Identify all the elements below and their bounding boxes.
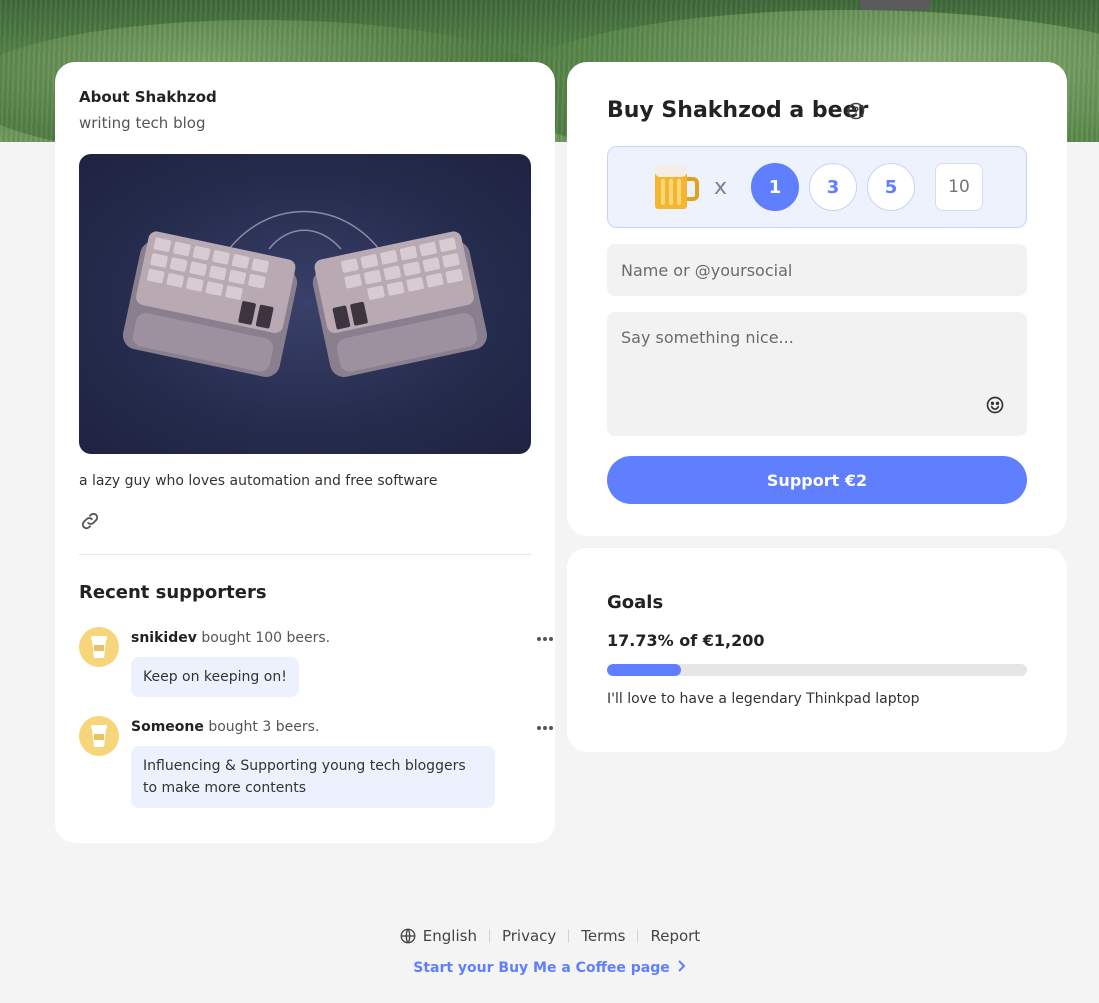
goal-progress-fill (607, 664, 682, 676)
goal-progress-text: 17.73% of €1,200 (607, 631, 765, 650)
divider (79, 554, 531, 555)
footer-separator (637, 929, 639, 943)
privacy-link[interactable]: Privacy (502, 927, 556, 945)
about-title: About Shakhzod (79, 88, 217, 106)
buy-title: Buy Shakhzod a beer (607, 98, 869, 123)
name-input[interactable] (607, 244, 1027, 296)
support-button[interactable]: Support €2 (607, 456, 1027, 504)
times-sign: x (714, 175, 728, 200)
link-icon[interactable] (79, 510, 101, 532)
supporter-name[interactable]: snikidev (131, 630, 197, 646)
language-label: English (422, 927, 477, 945)
supporter-message: Influencing & Supporting young tech blog… (131, 746, 495, 808)
supporter-avatar (79, 716, 119, 756)
creator-bio: a lazy guy who loves automation and free… (79, 473, 438, 489)
beer-icon (651, 161, 699, 211)
quantity-selector: x 1 3 5 (607, 146, 1027, 228)
goal-progress-bar (607, 664, 1027, 676)
quantity-option-1[interactable]: 1 (751, 163, 799, 211)
supporter-message: Keep on keeping on! (131, 657, 299, 697)
start-page-link[interactable]: Start your Buy Me a Coffee page (0, 960, 1099, 976)
footer: English Privacy Terms Report (0, 922, 1099, 950)
supporter-action: bought 100 beers. (201, 630, 331, 646)
supporter-name[interactable]: Someone (131, 719, 204, 735)
hero-image-keyboard (79, 154, 531, 454)
goals-title: Goals (607, 592, 664, 613)
help-icon[interactable] (847, 102, 865, 120)
report-link[interactable]: Report (650, 927, 700, 945)
message-input[interactable] (607, 312, 1027, 436)
start-page-label: Start your Buy Me a Coffee page (413, 960, 670, 976)
footer-separator (488, 929, 490, 943)
quantity-option-5[interactable]: 5 (867, 163, 915, 211)
goals-card: Goals 17.73% of €1,200 I'll love to have… (567, 548, 1067, 752)
globe-icon (400, 928, 416, 944)
about-subtitle: writing tech blog (79, 114, 206, 132)
chevron-right-icon (676, 960, 686, 976)
quantity-option-3[interactable]: 3 (809, 163, 857, 211)
goal-description: I'll love to have a legendary Thinkpad l… (607, 691, 920, 707)
about-card: About Shakhzod writing tech blog a lazy … (55, 62, 555, 843)
recent-supporters-title: Recent supporters (79, 582, 267, 603)
footer-separator (568, 929, 570, 943)
custom-quantity-input[interactable] (935, 163, 983, 211)
more-options-icon[interactable] (535, 720, 555, 736)
language-selector[interactable]: English (399, 927, 477, 945)
emoji-icon[interactable] (985, 395, 1005, 415)
supporter-avatar (79, 627, 119, 667)
supporter-action: bought 3 beers. (208, 719, 320, 735)
more-options-icon[interactable] (535, 631, 555, 647)
buy-card: Buy Shakhzod a beer x 1 3 5 Support €2 (567, 62, 1067, 536)
terms-link[interactable]: Terms (581, 927, 625, 945)
